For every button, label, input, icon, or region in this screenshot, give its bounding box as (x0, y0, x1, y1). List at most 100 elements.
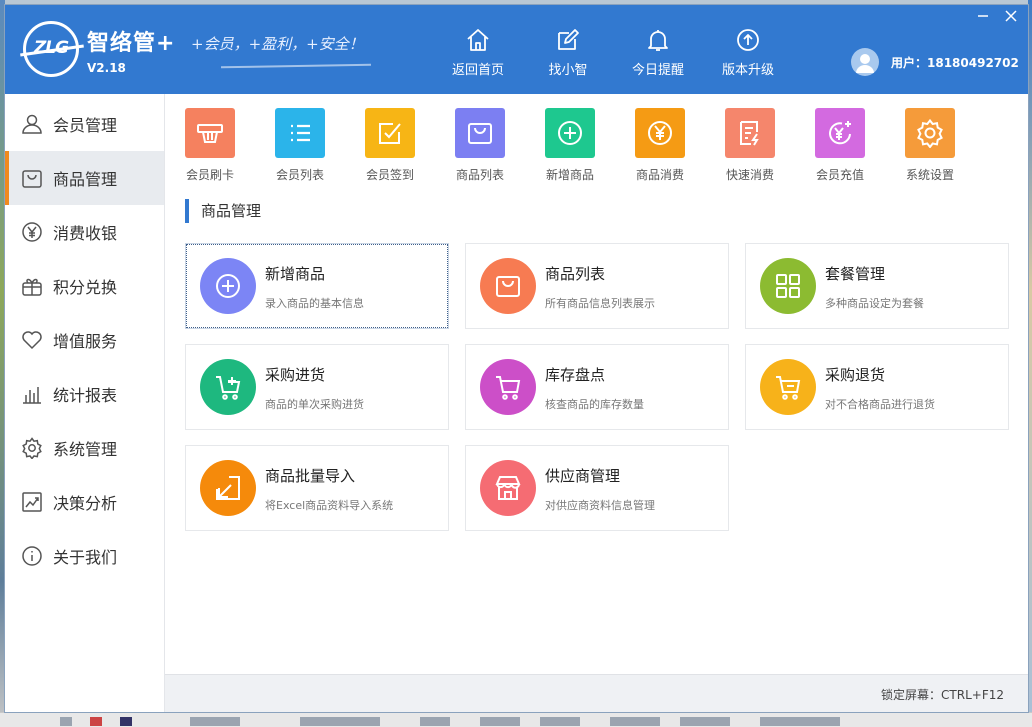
grid-icon (776, 274, 800, 298)
edit-icon (558, 29, 579, 50)
trend-icon (22, 492, 42, 512)
sidebar-item-member-management[interactable]: 会员管理 (5, 97, 164, 151)
list-icon (291, 124, 310, 142)
card-title: 商品列表 (545, 265, 606, 283)
section-title: 商品管理 (185, 199, 261, 223)
card-product-list[interactable]: 商品列表 所有商品信息列表展示 (465, 243, 729, 329)
gear-icon (22, 437, 42, 459)
close-button[interactable] (1003, 9, 1019, 23)
card-add-product[interactable]: 新增商品 录入商品的基本信息 (185, 243, 449, 329)
app-slogan: +会员，+盈利，+安全！ (191, 35, 364, 53)
sidebar-item-label: 统计报表 (53, 386, 118, 405)
nav-today-reminder[interactable]: 今日提醒 (618, 27, 698, 87)
user-label: 用户：18180492702 (891, 55, 1019, 70)
card-description: 商品的单次采购进货 (265, 398, 364, 411)
quick-action-member-swipe[interactable]: 会员刷卡 (175, 108, 245, 183)
quick-action-label: 新增商品 (545, 168, 594, 182)
quick-action-tile (905, 108, 955, 158)
lock-screen-hint: 锁定屏幕：CTRL+F12 (881, 688, 1004, 702)
quick-action-member-recharge[interactable]: 会员充值 (805, 108, 875, 183)
quick-action-tile (185, 108, 235, 158)
cart-plus-icon (216, 376, 241, 400)
bell-icon (648, 30, 668, 51)
card-title: 套餐管理 (825, 265, 886, 283)
quick-action-label: 商品列表 (455, 168, 504, 182)
quick-action-label: 系统设置 (905, 168, 954, 182)
sidebar: 会员管理 商品管理 消费收银 积分兑换 增值服务 统计报表 系统管理 决策分析 (5, 94, 165, 712)
card-title: 商品批量导入 (265, 467, 356, 485)
card-icon-circle (480, 460, 536, 516)
nav-label: 找小智 (548, 63, 588, 78)
quick-action-label: 会员刷卡 (185, 168, 234, 182)
sidebar-item-points-exchange[interactable]: 积分兑换 (5, 259, 164, 313)
card-batch-import[interactable]: 商品批量导入 将Excel商品资料导入系统 (185, 445, 449, 531)
bar-chart-icon (23, 387, 41, 404)
nav-version-upgrade[interactable]: 版本升级 (708, 27, 788, 87)
quick-action-tile (455, 108, 505, 158)
minimize-icon (978, 15, 988, 17)
quick-action-product-list[interactable]: 商品列表 (445, 108, 515, 183)
sidebar-item-about-us[interactable]: 关于我们 (5, 529, 164, 583)
quick-action-label: 会员列表 (275, 168, 324, 182)
card-description: 对不合格商品进行退货 (825, 398, 935, 411)
gift-icon (22, 278, 42, 296)
status-bar: 锁定屏幕：CTRL+F12 (165, 674, 1028, 712)
card-description: 多种商品设定为套餐 (825, 297, 924, 310)
sidebar-item-product-management[interactable]: 商品管理 (5, 151, 164, 205)
info-icon (22, 546, 42, 566)
quick-action-system-settings[interactable]: 系统设置 (895, 108, 965, 183)
quick-action-member-checkin[interactable]: 会员签到 (355, 108, 425, 183)
sidebar-item-label: 决策分析 (53, 494, 118, 513)
quick-action-member-list[interactable]: 会员列表 (265, 108, 335, 183)
quick-action-tile (725, 108, 775, 158)
minimize-button[interactable] (975, 9, 991, 23)
nav-home[interactable]: 返回首页 (438, 27, 518, 87)
card-icon-circle (760, 258, 816, 314)
app-window: ZLG 智络管+ +会员，+盈利，+安全！ V2.18 返回首页 找小智 今日提… (5, 5, 1028, 712)
quick-action-tile (635, 108, 685, 158)
plus-circle-icon (216, 274, 240, 298)
heart-icon (22, 331, 42, 350)
card-package-management[interactable]: 套餐管理 多种商品设定为套餐 (745, 243, 1009, 329)
sidebar-item-decision-analysis[interactable]: 决策分析 (5, 475, 164, 529)
sidebar-item-value-added-services[interactable]: 增值服务 (5, 313, 164, 367)
home-icon (467, 29, 489, 51)
sidebar-item-label: 积分兑换 (53, 278, 118, 297)
shop-icon (495, 476, 521, 500)
quick-action-tile (545, 108, 595, 158)
nav-label: 返回首页 (451, 63, 504, 78)
quick-action-product-consume[interactable]: 商品消费 (625, 108, 695, 183)
card-purchase-return[interactable]: 采购退货 对不合格商品进行退货 (745, 344, 1009, 430)
card-inventory-check[interactable]: 库存盘点 核查商品的库存数量 (465, 344, 729, 430)
yen-icon (22, 222, 42, 242)
sidebar-item-label: 关于我们 (53, 548, 118, 567)
card-icon-circle (200, 460, 256, 516)
nav-label: 版本升级 (721, 63, 774, 78)
card-purchase-stock[interactable]: 采购进货 商品的单次采购进货 (185, 344, 449, 430)
sidebar-item-label: 系统管理 (53, 440, 118, 459)
sidebar-item-system-management[interactable]: 系统管理 (5, 421, 164, 475)
sidebar-item-statistics[interactable]: 统计报表 (5, 367, 164, 421)
card-supplier-management[interactable]: 供应商管理 对供应商资料信息管理 (465, 445, 729, 531)
card-icon-circle (480, 359, 536, 415)
card-icon-circle (760, 359, 816, 415)
card-title: 供应商管理 (545, 467, 621, 485)
recharge-icon (829, 121, 851, 145)
card-icon-circle (200, 258, 256, 314)
close-icon (1005, 10, 1017, 22)
quick-action-label: 会员签到 (365, 168, 414, 182)
bag-icon (496, 276, 520, 297)
card-icon-circle (480, 258, 536, 314)
card-description: 录入商品的基本信息 (265, 297, 364, 310)
sidebar-item-label: 消费收银 (53, 224, 118, 243)
card-title: 采购退货 (825, 366, 886, 384)
nav-find-assistant[interactable]: 找小智 (528, 27, 608, 87)
yen-circle-icon (648, 121, 672, 145)
quick-action-label: 商品消费 (635, 168, 684, 182)
sidebar-item-label: 增值服务 (53, 332, 118, 351)
quick-action-add-product[interactable]: 新增商品 (535, 108, 605, 183)
bag-icon (22, 170, 42, 188)
quick-action-quick-consume[interactable]: 快速消费 (715, 108, 785, 183)
sidebar-item-checkout[interactable]: 消费收银 (5, 205, 164, 259)
user-info[interactable]: 用户：18180492702 (851, 47, 1019, 77)
